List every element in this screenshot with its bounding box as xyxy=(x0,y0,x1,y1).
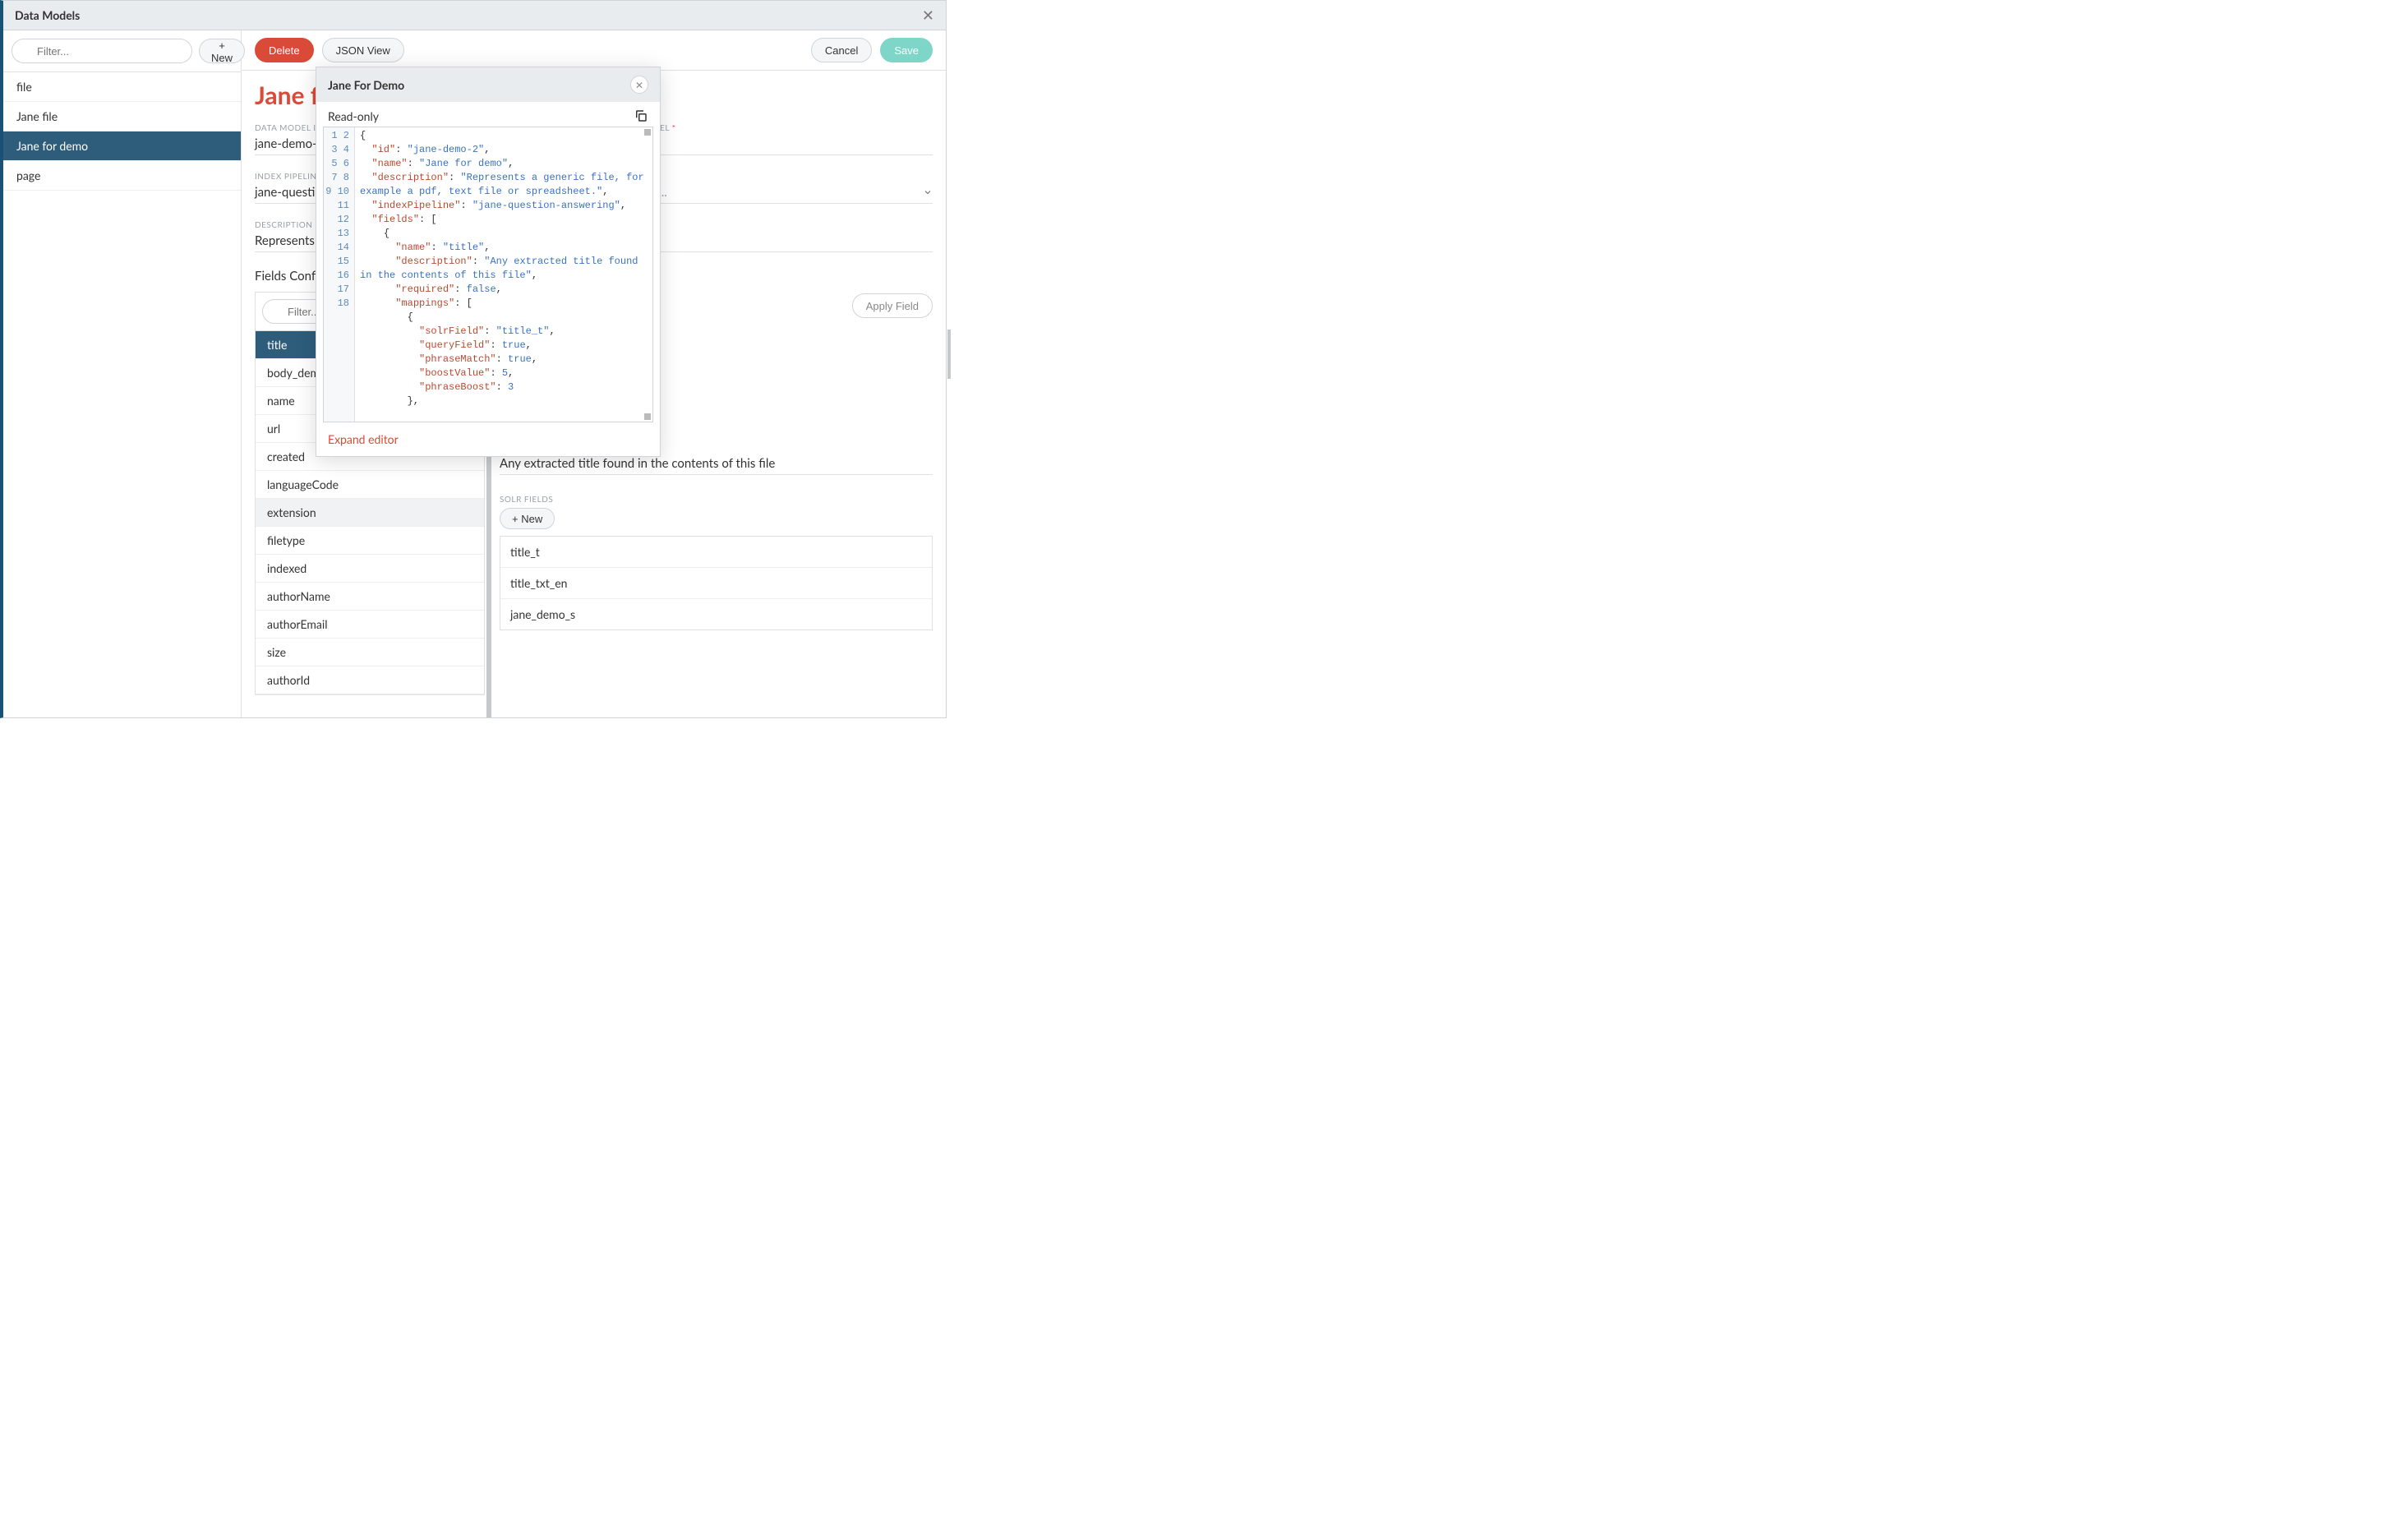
apply-field-button[interactable]: Apply Field xyxy=(852,293,933,318)
popup-close-button[interactable]: ✕ xyxy=(630,76,648,94)
titlebar: Data Models ✕ xyxy=(3,1,946,30)
query-pipeline-select[interactable]: gestions... xyxy=(614,185,933,204)
field-item[interactable]: filetype xyxy=(256,527,484,555)
field-item[interactable]: authorName xyxy=(256,583,484,611)
label-data-model: DATA MODEL * xyxy=(614,123,933,133)
popup-title: Jane For Demo xyxy=(328,78,404,92)
sidebar-toolbar: + New xyxy=(3,30,241,72)
save-button[interactable]: Save xyxy=(880,38,933,62)
code-body: { "id": "jane-demo-2", "name": "Jane for… xyxy=(355,127,652,422)
copy-icon[interactable] xyxy=(634,108,648,123)
popup-header: Jane For Demo ✕ xyxy=(316,67,660,102)
model-item[interactable]: page xyxy=(3,161,241,191)
field-item[interactable]: size xyxy=(256,639,484,666)
solr-fields-list: title_t title_txt_en jane_demo_s xyxy=(500,536,933,630)
main-toolbar: Delete JSON View Cancel Save xyxy=(242,30,946,71)
new-model-button[interactable]: + New xyxy=(199,39,245,63)
value-field-description[interactable]: Any extracted title found in the content… xyxy=(500,456,933,475)
window-title: Data Models xyxy=(15,8,80,22)
model-item[interactable]: file xyxy=(3,72,241,102)
model-item[interactable]: Jane for demo xyxy=(3,131,241,161)
read-only-label: Read-only xyxy=(328,109,379,123)
field-item[interactable]: languageCode xyxy=(256,471,484,499)
sidebar: + New file Jane file Jane for demo page xyxy=(3,30,242,717)
label-solr-fields: SOLR FIELDS xyxy=(500,495,933,505)
json-view-popup: Jane For Demo ✕ Read-only 1 2 3 4 5 6 7 … xyxy=(316,67,661,457)
field-item[interactable]: authorEmail xyxy=(256,611,484,639)
value-data-model[interactable]: o xyxy=(614,136,933,155)
json-code-editor[interactable]: 1 2 3 4 5 6 7 8 9 10 11 12 13 14 15 16 1… xyxy=(323,127,653,422)
scroll-thumb[interactable] xyxy=(644,413,651,420)
label-query-pipeline xyxy=(614,172,933,182)
json-view-button[interactable]: JSON View xyxy=(322,38,404,62)
scroll-thumb[interactable] xyxy=(644,129,651,136)
delete-button[interactable]: Delete xyxy=(255,38,314,62)
solr-field-row[interactable]: title_txt_en xyxy=(500,568,932,599)
field-item[interactable]: indexed xyxy=(256,555,484,583)
resize-handle[interactable] xyxy=(947,330,951,379)
close-icon[interactable]: ✕ xyxy=(922,6,934,25)
model-item[interactable]: Jane file xyxy=(3,102,241,131)
model-list: file Jane file Jane for demo page xyxy=(3,72,241,717)
field-item[interactable]: extension xyxy=(256,499,484,527)
solr-field-row[interactable]: jane_demo_s xyxy=(500,599,932,629)
sidebar-filter-input[interactable] xyxy=(12,39,192,63)
expand-editor-link[interactable]: Expand editor xyxy=(316,422,410,456)
code-gutter: 1 2 3 4 5 6 7 8 9 10 11 12 13 14 15 16 1… xyxy=(324,127,355,422)
field-item[interactable]: authorId xyxy=(256,666,484,694)
chevron-down-icon xyxy=(923,187,933,197)
cancel-button[interactable]: Cancel xyxy=(811,38,872,62)
window: Data Models ✕ + New file Jane file Jane … xyxy=(0,0,947,718)
solr-field-row[interactable]: title_t xyxy=(500,537,932,568)
new-solr-field-button[interactable]: + New xyxy=(500,508,555,529)
